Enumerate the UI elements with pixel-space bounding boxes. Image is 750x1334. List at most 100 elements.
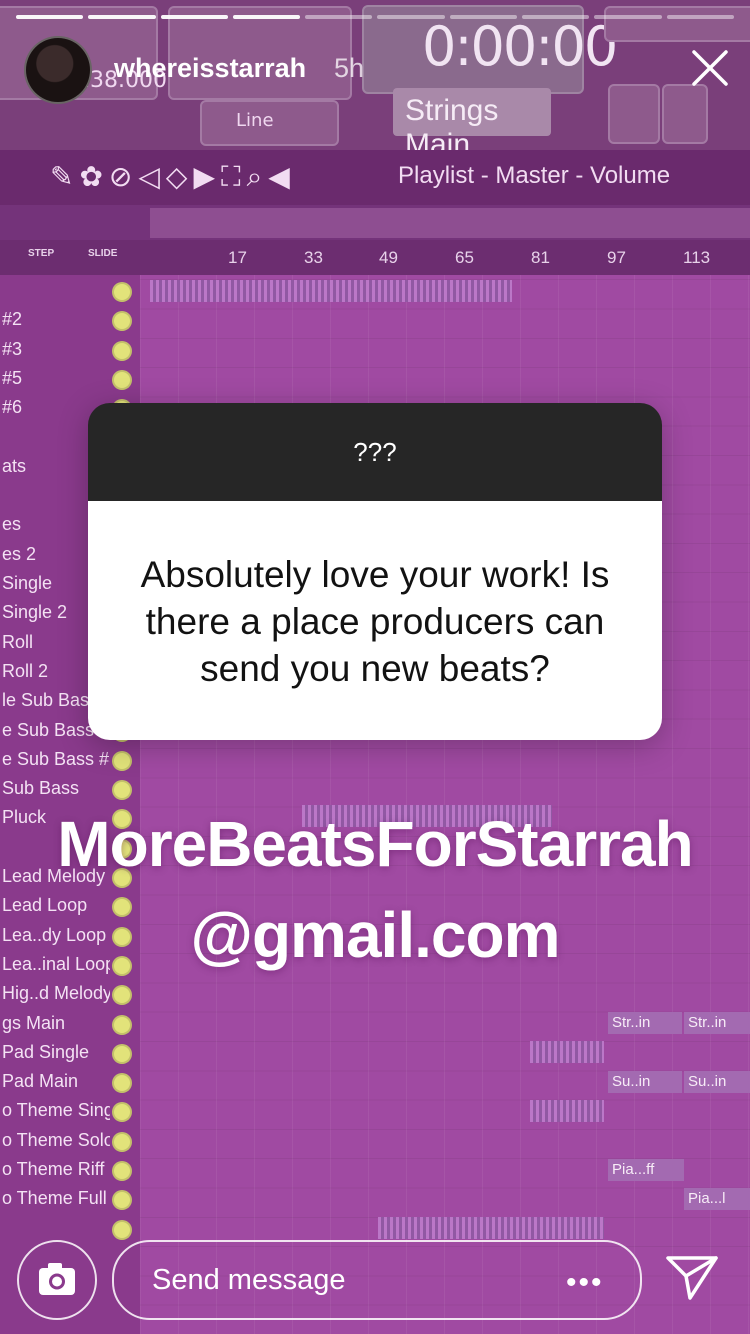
daw-channel-row: #3: [0, 337, 140, 365]
send-button[interactable]: [664, 1252, 720, 1302]
daw-playlist-toolbar: ✎✿⊘◁◇▶⛶⌕◀ Playlist - Master - Volume: [0, 150, 750, 205]
daw-playlist-title: Playlist - Master - Volume: [398, 162, 671, 189]
daw-pattern-block: [530, 1041, 604, 1063]
daw-clip: Pia...ff: [608, 1159, 684, 1181]
daw-timeline: STEP SLIDE 17 33 49 65 81 97 113: [0, 240, 750, 275]
daw-channel-row: o Theme Solo: [0, 1128, 140, 1156]
daw-ruler-tick: 81: [531, 248, 550, 267]
daw-channel-row: Hig..d Melody: [0, 981, 140, 1009]
daw-meter-panel: [604, 6, 750, 42]
daw-channel-name: o Theme Full: [2, 1188, 107, 1209]
daw-ruler-tick: 33: [304, 248, 323, 267]
daw-channel-name: o Theme Solo: [2, 1129, 110, 1150]
daw-window-button: [608, 84, 660, 144]
story-progress-segment: [232, 15, 301, 19]
daw-channel-name: o Theme Riff: [2, 1159, 105, 1179]
story-progress-segment: [377, 15, 445, 19]
daw-channel-led: [114, 1221, 130, 1238]
daw-channel-led: [114, 284, 130, 300]
daw-channel-name: Pad Single: [2, 1041, 90, 1062]
daw-channel-led: [114, 987, 130, 1004]
daw-window-button: [662, 84, 708, 144]
daw-top-panel: 138.000 Line 0:00:00 Strings Main: [0, 0, 750, 161]
daw-slide-label: SLIDE: [88, 248, 118, 259]
story-progress-segment: [88, 15, 156, 19]
daw-channel-led: [114, 752, 130, 769]
daw-scroll-bar: [150, 208, 750, 238]
daw-snap-panel: Line: [200, 100, 339, 146]
daw-ruler-tick: 113: [683, 248, 711, 267]
close-button[interactable]: [690, 48, 730, 88]
daw-pattern-block: [378, 1217, 604, 1239]
daw-channel-led: [114, 1133, 130, 1150]
daw-channel-led: [114, 342, 130, 359]
story-username[interactable]: whereisstarrah: [114, 53, 306, 84]
daw-channel-row: #2: [0, 307, 140, 335]
question-prompt: ???: [353, 437, 397, 467]
daw-channel-led: [114, 1104, 130, 1121]
daw-channel-row: o Theme Single: [0, 1098, 140, 1126]
daw-channel-led: [114, 782, 130, 799]
story-progress-segment: [305, 15, 373, 19]
daw-channel-name: o Theme Single: [2, 1100, 110, 1121]
profile-avatar[interactable]: [24, 36, 92, 104]
daw-channel-row: Pad Single: [0, 1040, 140, 1068]
send-message-placeholder: Send message: [152, 1264, 346, 1296]
more-options-button[interactable]: •••: [566, 1266, 604, 1300]
story-progress-bar: [16, 15, 734, 19]
daw-channel-led: [114, 1192, 130, 1209]
daw-clip: Str..in: [608, 1012, 682, 1034]
daw-channel-led: [114, 1016, 130, 1033]
daw-pattern-selector: Strings Main: [393, 88, 551, 161]
daw-clip: Su..in: [608, 1071, 682, 1093]
daw-channel-row: e Sub Bass #3: [0, 747, 140, 775]
daw-channel-led: [114, 313, 130, 330]
camera-button[interactable]: [17, 1240, 97, 1320]
daw-ruler-tick: 65: [455, 248, 474, 267]
daw-channel-name: #2: [2, 309, 23, 330]
daw-snap: Line: [236, 110, 274, 131]
story-progress-segment: [449, 15, 518, 19]
daw-channel-name: Pad Main: [2, 1071, 79, 1092]
daw-channel-name: #5: [2, 367, 23, 388]
daw-channel-row: #5: [0, 366, 140, 394]
send-message-input[interactable]: Send message: [112, 1240, 642, 1320]
daw-ruler-row: [0, 205, 750, 240]
story-progress-segment: [594, 15, 662, 19]
daw-step-label: STEP: [28, 248, 55, 259]
question-sticker[interactable]: ??? Absolutely love your work! Is there …: [88, 403, 662, 740]
story-time-ago: 5h: [334, 53, 365, 83]
daw-channel-led: [114, 371, 130, 388]
camera-icon: [39, 1263, 75, 1295]
daw-ruler-tick: 49: [379, 248, 398, 267]
daw-channel-led: [114, 1075, 130, 1092]
daw-channel-row: o Theme Riff: [0, 1157, 140, 1185]
question-response-text: Absolutely love your work! Is there a pl…: [140, 554, 610, 689]
daw-tool-icons: ✎✿⊘◁◇▶⛶⌕◀: [50, 161, 296, 192]
paper-plane-icon: [666, 1256, 718, 1300]
story-progress-segment: [522, 15, 590, 19]
daw-channel-row: o Theme Full: [0, 1186, 140, 1214]
daw-channel-led: [114, 1045, 130, 1062]
daw-channel-row: gs Main: [0, 1011, 140, 1039]
daw-channel-name: e Sub Bass #3: [2, 748, 110, 769]
question-header: ???: [88, 403, 662, 501]
daw-channel-led: [114, 1163, 130, 1179]
story-progress-segment: [16, 15, 84, 19]
daw-ruler-tick: 97: [607, 248, 626, 267]
story-progress-segment: [160, 15, 228, 19]
daw-pattern-block: [150, 280, 512, 302]
daw-clip: Str..in: [684, 1012, 750, 1034]
daw-channel-row: Sub Bass: [0, 776, 140, 804]
close-icon: [692, 50, 728, 86]
daw-pattern-block: [530, 1100, 604, 1122]
overlay-text-line-2: @gmail.com: [190, 899, 561, 971]
daw-channel-name: gs Main: [2, 1012, 66, 1033]
daw-clip: Su..in: [684, 1071, 750, 1093]
story-progress-segment: [666, 15, 734, 19]
daw-ruler-tick: 17: [228, 248, 247, 267]
daw-channel-row: Pad Main: [0, 1069, 140, 1097]
daw-channel-row: [0, 278, 140, 306]
daw-channel-name: Sub Bass: [2, 778, 80, 799]
daw-time: 0:00:00: [422, 15, 618, 78]
